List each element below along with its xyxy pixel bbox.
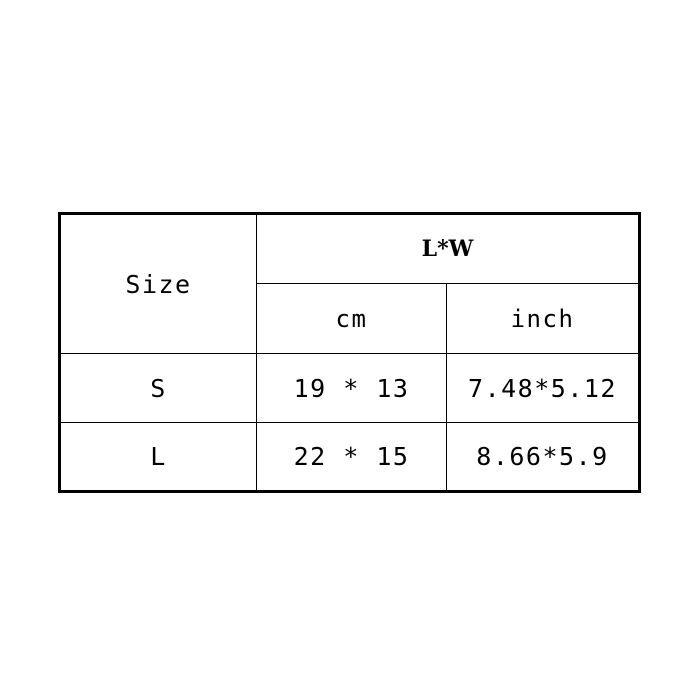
header-cell-unit-cm: cm (256, 283, 447, 354)
header-cell-dimension-group: L*W (256, 213, 640, 284)
table-header-row-primary: Size L*W (59, 213, 640, 354)
cell-size-value: L (59, 422, 257, 492)
table-row: L 22 * 15 8.66*5.9 (59, 422, 640, 492)
cell-cm-value: 22 * 15 (256, 422, 447, 492)
header-cell-size: Size (59, 213, 257, 354)
cell-cm-value: 19 * 13 (256, 353, 447, 423)
size-chart-container: Size L*W cm inch S 19 * 13 7.48*5.12 L 2… (58, 212, 641, 493)
size-chart-table: Size L*W cm inch S 19 * 13 7.48*5.12 L 2… (58, 212, 641, 493)
header-cell-unit-inch: inch (446, 283, 640, 354)
cell-inch-value: 7.48*5.12 (446, 353, 640, 423)
table-row: S 19 * 13 7.48*5.12 (59, 353, 640, 423)
cell-inch-value: 8.66*5.9 (446, 422, 640, 492)
cell-size-value: S (59, 353, 257, 423)
